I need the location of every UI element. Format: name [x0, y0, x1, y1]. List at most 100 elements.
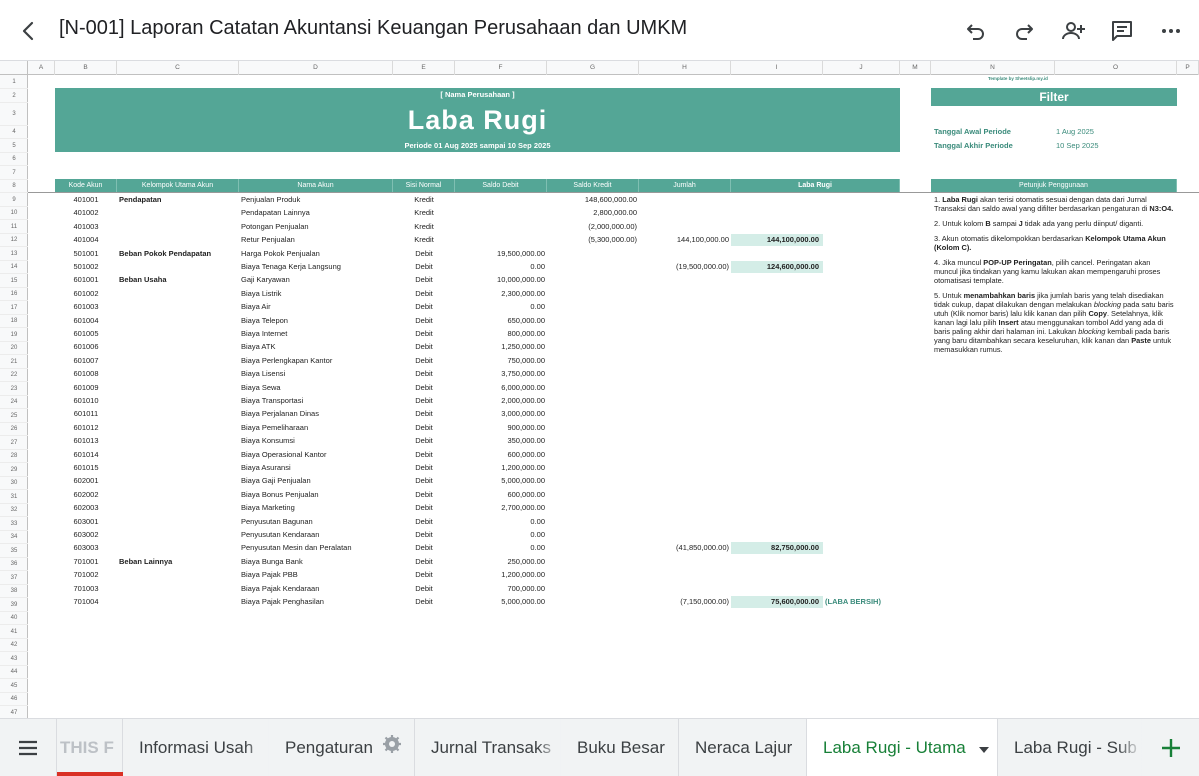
row-number[interactable]: 9: [0, 194, 28, 207]
cell-debit[interactable]: 0.00: [455, 260, 545, 273]
cell-sisi[interactable]: Debit: [393, 287, 455, 300]
row-number[interactable]: 47: [0, 707, 28, 719]
cell-nama[interactable]: Biaya Lisensi: [241, 367, 391, 380]
cell-kode[interactable]: 501001: [55, 247, 117, 260]
cell-nama[interactable]: Biaya Transportasi: [241, 394, 391, 407]
cell-sisi[interactable]: Debit: [393, 501, 455, 514]
cell-sisi[interactable]: Debit: [393, 407, 455, 420]
column-header[interactable]: P: [1177, 61, 1199, 75]
cell-debit[interactable]: 2,300,000.00: [455, 287, 545, 300]
row-number[interactable]: 35: [0, 545, 28, 558]
cell-sisi[interactable]: Debit: [393, 555, 455, 568]
cell-jumlah[interactable]: (19,500,000.00): [639, 260, 729, 273]
cell-debit[interactable]: 2,000,000.00: [455, 394, 545, 407]
cell-kode[interactable]: 603001: [55, 515, 117, 528]
row-number[interactable]: 12: [0, 234, 28, 248]
row-number[interactable]: 36: [0, 558, 28, 572]
cell-nama[interactable]: Gaji Karyawan: [241, 273, 391, 286]
spreadsheet-grid[interactable]: A B C D E F G H I J M N O P 1 2 3 4 5 6 7 8 9 10 1…: [0, 61, 1199, 718]
cell-kode[interactable]: 601013: [55, 434, 117, 447]
row-number[interactable]: 38: [0, 585, 28, 599]
row-number[interactable]: 13: [0, 248, 28, 261]
cell-kode[interactable]: 601015: [55, 461, 117, 474]
cell-sisi[interactable]: Debit: [393, 394, 455, 407]
cell-nama[interactable]: Biaya Telepon: [241, 314, 391, 327]
cell-kredit[interactable]: (5,300,000.00): [547, 233, 637, 246]
column-header[interactable]: O: [1055, 61, 1177, 75]
cell-debit[interactable]: 600,000.00: [455, 488, 545, 501]
column-header[interactable]: C: [117, 61, 239, 75]
cell-debit[interactable]: 350,000.00: [455, 434, 545, 447]
cell-kode[interactable]: 601002: [55, 287, 117, 300]
cell-debit[interactable]: 650,000.00: [455, 314, 545, 327]
cell-nama[interactable]: Biaya Listrik: [241, 287, 391, 300]
cell-debit[interactable]: 0.00: [455, 515, 545, 528]
cell-sisi[interactable]: Debit: [393, 421, 455, 434]
cell-debit[interactable]: 6,000,000.00: [455, 381, 545, 394]
cell-sisi[interactable]: Debit: [393, 474, 455, 487]
cell-kode[interactable]: 601011: [55, 407, 117, 420]
sheet-tab[interactable]: Buku Besar: [561, 719, 679, 776]
cell-sisi[interactable]: Debit: [393, 448, 455, 461]
column-header[interactable]: E: [393, 61, 455, 75]
cell-nama[interactable]: Biaya Air: [241, 300, 391, 313]
cell-kode[interactable]: 602001: [55, 474, 117, 487]
column-header[interactable]: J: [823, 61, 900, 75]
cell-nama[interactable]: Penjualan Produk: [241, 193, 391, 206]
cell-nama[interactable]: Biaya Marketing: [241, 501, 391, 514]
cell-debit[interactable]: 19,500,000.00: [455, 247, 545, 260]
back-arrow-icon[interactable]: [14, 16, 44, 46]
cell-sisi[interactable]: Debit: [393, 381, 455, 394]
cell-kode[interactable]: 601012: [55, 421, 117, 434]
column-header[interactable]: D: [239, 61, 393, 75]
row-number[interactable]: 39: [0, 599, 28, 612]
cell-laba-rugi[interactable]: 75,600,000.00: [731, 596, 823, 608]
row-number[interactable]: 32: [0, 504, 28, 518]
comment-icon[interactable]: [1107, 16, 1137, 46]
cell-kode[interactable]: 601010: [55, 394, 117, 407]
row-number[interactable]: 5: [0, 140, 28, 153]
row-number[interactable]: 40: [0, 612, 28, 626]
cell-kode[interactable]: 701003: [55, 582, 117, 595]
cell-sisi[interactable]: Debit: [393, 327, 455, 340]
row-number[interactable]: 2: [0, 90, 28, 103]
cell-kredit[interactable]: (2,000,000.00): [547, 220, 637, 233]
cell-sisi[interactable]: Debit: [393, 488, 455, 501]
cell-jumlah[interactable]: 144,100,000.00: [639, 233, 729, 246]
row-number[interactable]: 15: [0, 275, 28, 288]
more-icon[interactable]: [1156, 16, 1186, 46]
row-number[interactable]: 41: [0, 626, 28, 639]
cell-nama[interactable]: Biaya Perjalanan Dinas: [241, 407, 391, 420]
cell-nama[interactable]: Retur Penjualan: [241, 233, 391, 246]
column-header[interactable]: B: [55, 61, 117, 75]
select-all-corner[interactable]: [0, 61, 28, 75]
column-header[interactable]: F: [455, 61, 547, 75]
row-number[interactable]: 17: [0, 302, 28, 315]
row-number[interactable]: 33: [0, 518, 28, 531]
redo-icon[interactable]: [1009, 16, 1039, 46]
cell-nama[interactable]: Biaya Pemeliharaan: [241, 421, 391, 434]
cell-jumlah[interactable]: (41,850,000.00): [639, 541, 729, 554]
row-number[interactable]: 37: [0, 572, 28, 585]
add-person-icon[interactable]: [1058, 16, 1088, 46]
cell-nama[interactable]: Biaya Tenaga Kerja Langsung: [241, 260, 391, 273]
row-number[interactable]: 18: [0, 315, 28, 329]
row-number[interactable]: 31: [0, 491, 28, 504]
row-number[interactable]: 20: [0, 342, 28, 356]
cell-kode[interactable]: 601007: [55, 354, 117, 367]
cell-kredit[interactable]: 148,600,000.00: [547, 193, 637, 206]
sheet-tab[interactable]: Neraca Lajur: [679, 719, 807, 776]
cell-sisi[interactable]: Debit: [393, 541, 455, 554]
cell-kode[interactable]: 601003: [55, 300, 117, 313]
cell-kode[interactable]: 501002: [55, 260, 117, 273]
cell-jumlah[interactable]: (7,150,000.00): [639, 595, 729, 608]
cell-kredit[interactable]: 2,800,000.00: [547, 206, 637, 219]
row-number[interactable]: 46: [0, 693, 28, 707]
cell-kelompok[interactable]: Pendapatan: [119, 193, 239, 206]
cell-sisi[interactable]: Debit: [393, 568, 455, 581]
column-header[interactable]: H: [639, 61, 731, 75]
cell-kelompok[interactable]: Beban Lainnya: [119, 555, 239, 568]
cell-debit[interactable]: 1,200,000.00: [455, 461, 545, 474]
cell-debit[interactable]: 0.00: [455, 541, 545, 554]
cell-nama[interactable]: Pendapatan Lainnya: [241, 206, 391, 219]
